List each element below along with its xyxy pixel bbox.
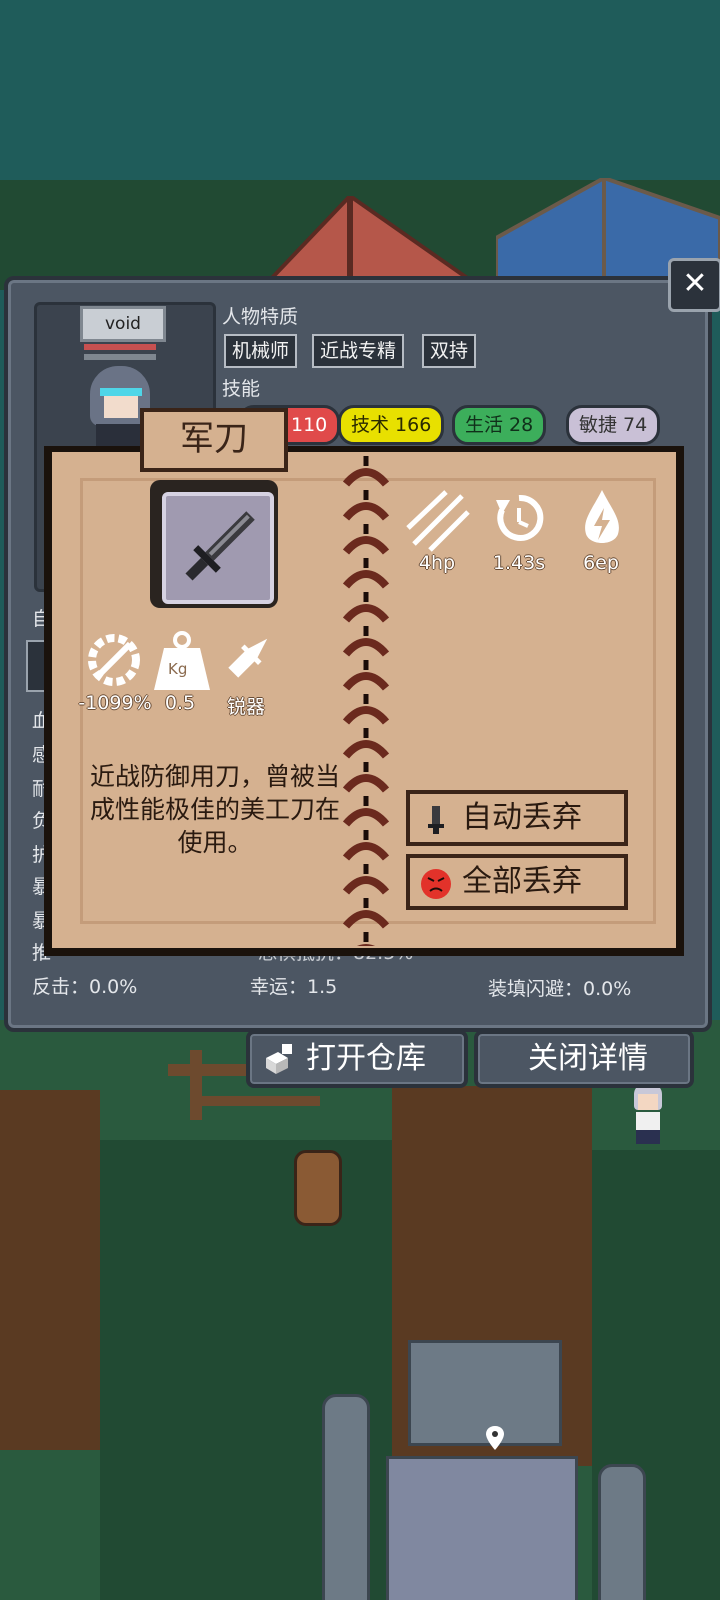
- close-detail-button[interactable]: 关闭详情: [474, 1030, 694, 1088]
- map-pin-icon[interactable]: [486, 1426, 504, 1450]
- barrel[interactable]: [294, 1150, 342, 1226]
- item-name: 军刀: [140, 408, 288, 472]
- book-spine: [342, 456, 390, 946]
- close-detail-label: 关闭详情: [528, 1041, 648, 1076]
- open-storage-button[interactable]: 打开仓库: [246, 1030, 468, 1088]
- stat-reload-dodge: 装填闪避：0.0%: [488, 978, 632, 1000]
- energy-cost: 6ep: [583, 552, 619, 574]
- slash-damage-icon: [406, 488, 470, 552]
- trait-tag-dual-wield[interactable]: 双持: [422, 334, 477, 368]
- trait-tag-mechanic[interactable]: 机械师: [224, 334, 298, 368]
- stat-counter: 反击：0.0%: [32, 976, 138, 998]
- stone-ruins: [408, 1340, 562, 1446]
- energy-icon: [582, 490, 622, 548]
- npc-character[interactable]: [626, 1084, 670, 1150]
- stone-pillar-left: [322, 1394, 370, 1600]
- weapon-type: 锐器: [226, 696, 265, 718]
- cooldown-icon: [494, 490, 544, 546]
- traits-heading: 人物特质: [222, 306, 299, 328]
- angry-face-icon: [421, 869, 451, 899]
- repair-value: -1099%: [78, 692, 152, 714]
- red-roof: [270, 196, 470, 280]
- discard-all-button[interactable]: 全部丢弃: [406, 854, 628, 910]
- stat-luck: 幸运：1.5: [250, 976, 338, 998]
- close-icon: ✕: [682, 266, 708, 301]
- character-name: void: [80, 306, 166, 342]
- repair-gear-icon: [82, 628, 146, 692]
- skill-agility[interactable]: 敏捷 74: [566, 405, 661, 445]
- stone-stairs: [386, 1456, 578, 1600]
- discard-all-label: 全部丢弃: [462, 864, 582, 899]
- skills-heading: 技能: [222, 378, 261, 400]
- exp-bar: [84, 354, 156, 360]
- attack-cost: 4hp: [418, 552, 456, 574]
- skill-life[interactable]: 生活 28: [452, 405, 547, 445]
- item-description: 近战防御用刀，曾被当成性能极佳的美工刀在使用。: [89, 762, 340, 857]
- auto-discard-label: 自动丢弃: [462, 800, 582, 835]
- item-icon-slot: [162, 492, 274, 604]
- weight-icon: Kg: [152, 630, 212, 692]
- trait-tag-melee-master[interactable]: 近战专精: [312, 334, 405, 368]
- storage-boxes-icon: [266, 1044, 292, 1074]
- sharp-weapon-icon: [214, 628, 278, 692]
- weight-value: 0.5: [164, 692, 196, 714]
- open-storage-label: 打开仓库: [306, 1041, 426, 1076]
- close-panel-button[interactable]: ✕: [668, 258, 720, 312]
- auto-discard-button[interactable]: 自动丢弃: [406, 790, 628, 846]
- cooldown-time: 1.43s: [492, 552, 546, 574]
- health-bar: [84, 344, 156, 350]
- saber-icon: [185, 511, 255, 581]
- weight-unit: Kg: [168, 660, 188, 678]
- stone-pillar-right: [598, 1464, 646, 1600]
- mini-blade-icon: [428, 806, 444, 834]
- skill-tech[interactable]: 技术 166: [338, 405, 445, 445]
